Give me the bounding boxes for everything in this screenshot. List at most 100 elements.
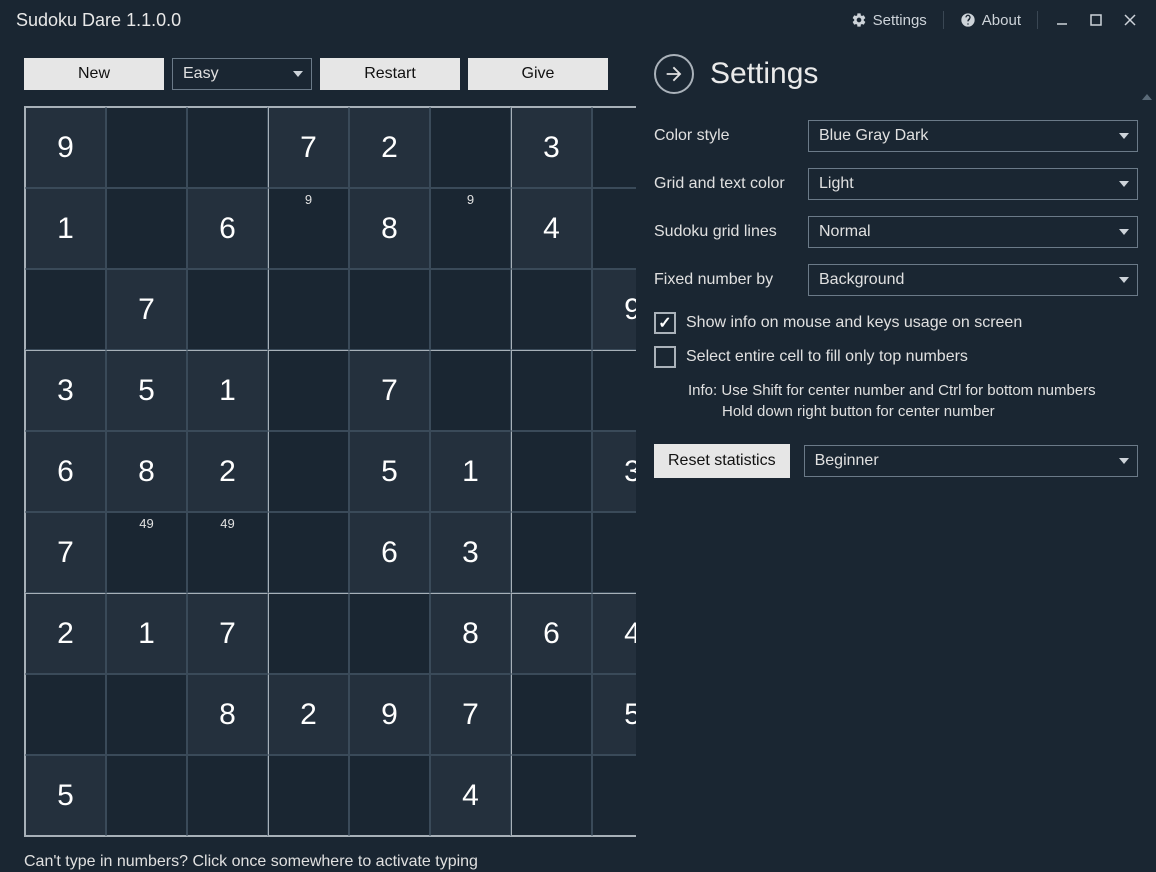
close-icon xyxy=(1123,13,1137,27)
cell-topnote: 49 xyxy=(107,516,186,531)
cell-6-3[interactable] xyxy=(268,593,349,674)
cell-8-2[interactable] xyxy=(187,755,268,836)
cell-6-4[interactable] xyxy=(349,593,430,674)
select-stats-level[interactable]: Beginner xyxy=(804,445,1138,477)
give-button[interactable]: Give xyxy=(468,58,608,90)
cell-4-5[interactable]: 1 xyxy=(430,431,511,512)
cell-1-6[interactable]: 4 xyxy=(511,188,592,269)
cell-0-4[interactable]: 2 xyxy=(349,107,430,188)
close-button[interactable] xyxy=(1116,6,1144,34)
cell-topnote: 49 xyxy=(188,516,267,531)
about-button[interactable]: About xyxy=(954,8,1027,33)
cell-2-5[interactable] xyxy=(430,269,511,350)
close-panel-button[interactable] xyxy=(654,54,694,94)
value-color-style: Blue Gray Dark xyxy=(819,127,928,145)
cell-6-0[interactable]: 2 xyxy=(25,593,106,674)
maximize-button[interactable] xyxy=(1082,6,1110,34)
cell-3-2[interactable]: 1 xyxy=(187,350,268,431)
cell-2-0[interactable] xyxy=(25,269,106,350)
cell-3-6[interactable] xyxy=(511,350,592,431)
cell-8-3[interactable] xyxy=(268,755,349,836)
cell-0-3[interactable]: 7 xyxy=(268,107,349,188)
label-show-info: Show info on mouse and keys usage on scr… xyxy=(686,314,1022,332)
cell-6-2[interactable]: 7 xyxy=(187,593,268,674)
restart-button[interactable]: Restart xyxy=(320,58,460,90)
row-reset-stats: Reset statistics Beginner xyxy=(654,444,1138,478)
minimize-button[interactable] xyxy=(1048,6,1076,34)
reset-statistics-button[interactable]: Reset statistics xyxy=(654,444,790,478)
cell-4-4[interactable]: 5 xyxy=(349,431,430,512)
cell-5-5[interactable]: 3 xyxy=(430,512,511,593)
cell-2-6[interactable] xyxy=(511,269,592,350)
cell-7-0[interactable] xyxy=(25,674,106,755)
cell-1-5[interactable]: 9 xyxy=(430,188,511,269)
cell-7-5[interactable]: 7 xyxy=(430,674,511,755)
cell-8-6[interactable] xyxy=(511,755,592,836)
cell-3-5[interactable] xyxy=(430,350,511,431)
cell-2-2[interactable] xyxy=(187,269,268,350)
minimize-icon xyxy=(1055,13,1069,27)
cell-1-0[interactable]: 1 xyxy=(25,188,106,269)
cell-1-1[interactable] xyxy=(106,188,187,269)
new-button[interactable]: New xyxy=(24,58,164,90)
cell-5-1[interactable]: 49 xyxy=(106,512,187,593)
cell-0-2[interactable] xyxy=(187,107,268,188)
cell-8-0[interactable]: 5 xyxy=(25,755,106,836)
settings-button-label: Settings xyxy=(873,12,927,29)
cell-3-0[interactable]: 3 xyxy=(25,350,106,431)
select-grid-text-color[interactable]: Light xyxy=(808,168,1138,200)
cell-7-1[interactable] xyxy=(106,674,187,755)
cell-5-2[interactable]: 49 xyxy=(187,512,268,593)
select-grid-lines[interactable]: Normal xyxy=(808,216,1138,248)
cell-0-0[interactable]: 9 xyxy=(25,107,106,188)
cell-3-3[interactable] xyxy=(268,350,349,431)
difficulty-select[interactable]: Easy xyxy=(172,58,312,90)
cell-8-4[interactable] xyxy=(349,755,430,836)
cell-4-3[interactable] xyxy=(268,431,349,512)
cell-3-1[interactable]: 5 xyxy=(106,350,187,431)
cell-1-3[interactable]: 9 xyxy=(268,188,349,269)
cell-4-0[interactable]: 6 xyxy=(25,431,106,512)
cell-6-5[interactable]: 8 xyxy=(430,593,511,674)
cell-4-2[interactable]: 2 xyxy=(187,431,268,512)
cell-topnote: 9 xyxy=(269,192,348,207)
cell-5-3[interactable] xyxy=(268,512,349,593)
checkbox-show-info[interactable] xyxy=(654,312,676,334)
select-fixed-number[interactable]: Background xyxy=(808,264,1138,296)
select-color-style[interactable]: Blue Gray Dark xyxy=(808,120,1138,152)
cell-6-1[interactable]: 1 xyxy=(106,593,187,674)
scroll-up-icon[interactable] xyxy=(1142,94,1152,100)
cell-4-1[interactable]: 8 xyxy=(106,431,187,512)
cell-5-0[interactable]: 7 xyxy=(25,512,106,593)
cell-1-4[interactable]: 8 xyxy=(349,188,430,269)
app-title: Sudoku Dare 1.1.0.0 xyxy=(16,10,845,31)
cell-4-6[interactable] xyxy=(511,431,592,512)
cell-2-4[interactable] xyxy=(349,269,430,350)
cell-7-4[interactable]: 9 xyxy=(349,674,430,755)
question-icon xyxy=(960,12,976,28)
checkbox-select-entire[interactable] xyxy=(654,346,676,368)
titlebar-actions: Settings About xyxy=(845,6,1144,34)
cell-7-2[interactable]: 8 xyxy=(187,674,268,755)
settings-title: Settings xyxy=(710,57,818,91)
settings-button[interactable]: Settings xyxy=(845,8,933,33)
row-grid-text-color: Grid and text color Light xyxy=(654,168,1138,200)
cell-5-4[interactable]: 6 xyxy=(349,512,430,593)
info-line2: Hold down right button for center number xyxy=(722,401,995,422)
cell-3-4[interactable]: 7 xyxy=(349,350,430,431)
cell-0-6[interactable]: 3 xyxy=(511,107,592,188)
cell-1-2[interactable]: 6 xyxy=(187,188,268,269)
cell-8-5[interactable]: 4 xyxy=(430,755,511,836)
info-prefix: Info: xyxy=(688,382,717,399)
cell-6-6[interactable]: 6 xyxy=(511,593,592,674)
cell-2-1[interactable]: 7 xyxy=(106,269,187,350)
cell-7-3[interactable]: 2 xyxy=(268,674,349,755)
cell-5-6[interactable] xyxy=(511,512,592,593)
cell-0-5[interactable] xyxy=(430,107,511,188)
cell-8-1[interactable] xyxy=(106,755,187,836)
label-grid-text-color: Grid and text color xyxy=(654,175,808,193)
row-grid-lines: Sudoku grid lines Normal xyxy=(654,216,1138,248)
cell-0-1[interactable] xyxy=(106,107,187,188)
cell-2-3[interactable] xyxy=(268,269,349,350)
cell-7-6[interactable] xyxy=(511,674,592,755)
